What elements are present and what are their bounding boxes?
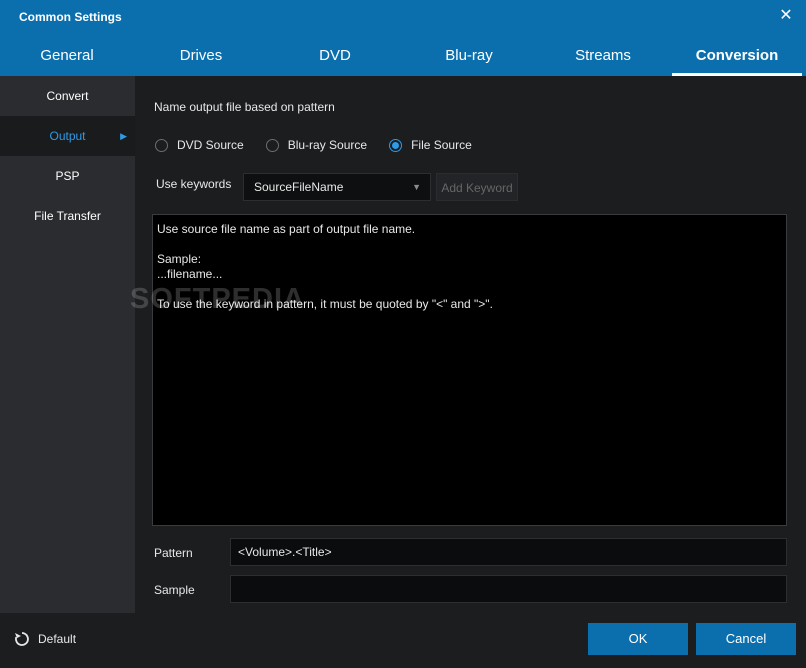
add-keyword-button[interactable]: Add Keyword xyxy=(436,173,518,201)
radio-label: Blu-ray Source xyxy=(287,138,368,152)
default-button[interactable]: Default xyxy=(14,631,76,647)
sample-field xyxy=(230,575,787,603)
radio-file-source[interactable]: File Source xyxy=(389,138,472,152)
source-radio-group: DVD Source Blu-ray Source File Source xyxy=(155,138,494,152)
radio-checked-icon xyxy=(389,138,403,152)
tab-general[interactable]: General xyxy=(0,40,134,76)
sidebar-item-file-transfer[interactable]: File Transfer xyxy=(0,196,135,236)
help-line: Use source file name as part of output f… xyxy=(157,222,416,236)
sidebar-item-label: Output xyxy=(49,129,86,143)
radio-circle-icon xyxy=(265,138,279,152)
tab-dvd[interactable]: DVD xyxy=(268,40,402,76)
settings-panel: Name output file based on pattern DVD So… xyxy=(135,76,806,613)
tab-drives[interactable]: Drives xyxy=(134,40,268,76)
chevron-down-icon: ▼ xyxy=(412,182,421,192)
default-label: Default xyxy=(38,632,77,646)
tab-conversion[interactable]: Conversion xyxy=(670,40,804,76)
close-icon[interactable]: ✕ xyxy=(776,6,796,26)
sidebar-item-label: Convert xyxy=(46,89,89,103)
window-title: Common Settings xyxy=(19,10,122,24)
pattern-help-text: Use source file name as part of output f… xyxy=(152,214,787,526)
keyword-dropdown[interactable]: SourceFileName ▼ xyxy=(243,173,431,201)
help-line: ...filename... xyxy=(157,267,223,281)
help-line: To use the keyword in pattern, it must b… xyxy=(157,297,493,311)
sidebar-item-label: File Transfer xyxy=(34,209,101,223)
tab-streams[interactable]: Streams xyxy=(536,40,670,76)
tab-blu-ray[interactable]: Blu-ray xyxy=(402,40,536,76)
dialog-footer: Default OK Cancel xyxy=(0,613,806,668)
reset-icon xyxy=(15,632,29,646)
keywords-label: Use keywords xyxy=(156,177,232,191)
sidebar-item-convert[interactable]: Convert xyxy=(0,76,135,116)
chevron-right-icon: ▶ xyxy=(120,131,127,141)
radio-blu-ray-source[interactable]: Blu-ray Source xyxy=(265,138,368,152)
keyword-dropdown-value: SourceFileName xyxy=(254,180,344,194)
tab-bar: General Drives DVD Blu-ray Streams Conve… xyxy=(0,40,806,76)
sidebar-item-label: PSP xyxy=(55,169,80,183)
pattern-field[interactable]: <Volume>.<Title> xyxy=(230,538,787,566)
help-line: Sample: xyxy=(157,252,202,266)
sidebar: Convert Output ▶ PSP File Transfer xyxy=(0,76,135,613)
radio-label: DVD Source xyxy=(177,138,244,152)
pattern-label: Pattern xyxy=(154,546,193,560)
sidebar-item-output[interactable]: Output ▶ xyxy=(0,116,135,156)
ok-button[interactable]: OK xyxy=(588,623,688,655)
sample-label: Sample xyxy=(154,583,195,597)
radio-circle-icon xyxy=(155,138,168,152)
sidebar-item-psp[interactable]: PSP xyxy=(0,156,135,196)
title-bar: Common Settings ✕ General Drives DVD Blu… xyxy=(0,0,806,76)
radio-dvd-source[interactable]: DVD Source xyxy=(155,138,244,152)
section-label: Name output file based on pattern xyxy=(154,100,335,114)
cancel-button[interactable]: Cancel xyxy=(696,623,796,655)
radio-label: File Source xyxy=(411,138,472,152)
